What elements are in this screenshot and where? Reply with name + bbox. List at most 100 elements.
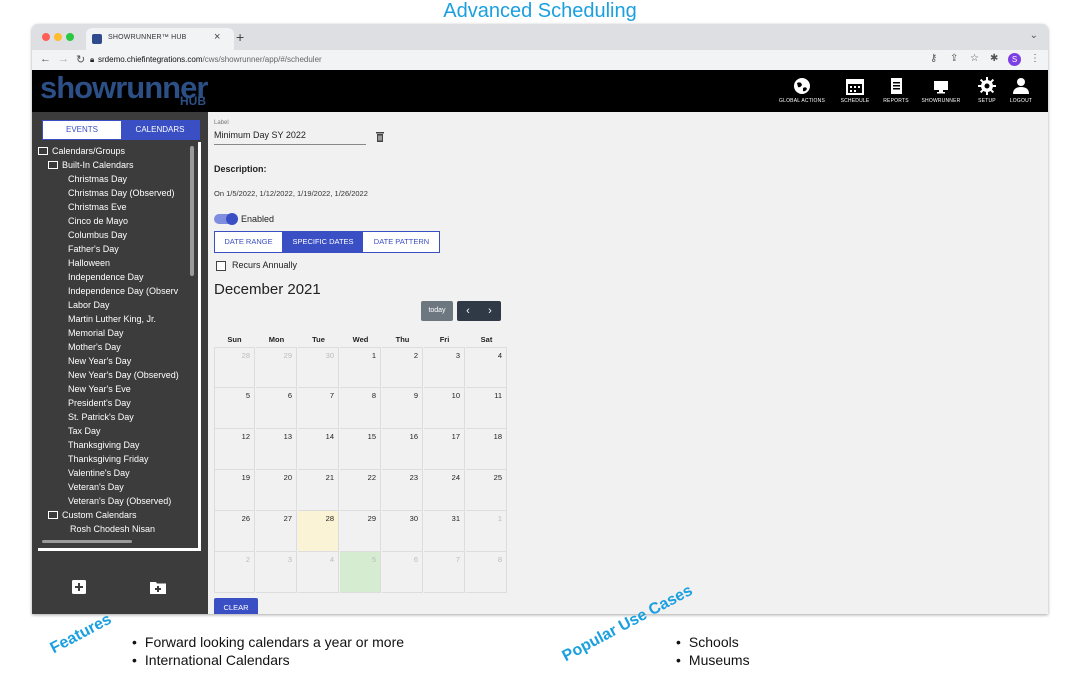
trash-icon[interactable]: [376, 132, 384, 142]
tree-item[interactable]: Martin Luther King, Jr.: [68, 312, 156, 326]
tree-item[interactable]: Independence Day: [68, 270, 144, 284]
tab-events[interactable]: EVENTS: [43, 121, 121, 139]
calendar-day-cell[interactable]: 2: [214, 552, 255, 593]
calendar-day-cell[interactable]: 17: [424, 429, 465, 470]
calendar-day-cell[interactable]: 5: [340, 552, 381, 593]
share-icon[interactable]: ⇪: [950, 53, 958, 64]
recurs-annually-checkbox[interactable]: [216, 261, 226, 271]
specific-dates-button[interactable]: SPECIFIC DATES: [283, 232, 363, 252]
calendar-day-cell[interactable]: 19: [214, 470, 255, 511]
calendar-day-cell[interactable]: 29: [340, 511, 381, 552]
today-button[interactable]: today: [421, 301, 453, 321]
calendar-day-cell[interactable]: 2: [382, 347, 423, 388]
tab-close-icon[interactable]: ×: [214, 31, 220, 43]
calendar-day-cell[interactable]: 6: [256, 388, 297, 429]
calendar-day-cell[interactable]: 16: [382, 429, 423, 470]
tree-folder[interactable]: Calendars/Groups: [38, 144, 125, 158]
calendar-day-cell[interactable]: 1: [340, 347, 381, 388]
tree-item[interactable]: Halloween: [68, 256, 110, 270]
calendar-day-cell[interactable]: 18: [466, 429, 507, 470]
minimize-window-dot[interactable]: [54, 33, 62, 41]
tree-folder[interactable]: Custom Calendars: [48, 508, 137, 522]
calendar-day-cell[interactable]: 1: [466, 511, 507, 552]
clear-button[interactable]: CLEAR: [214, 598, 258, 614]
date-range-button[interactable]: DATE RANGE: [215, 232, 283, 252]
close-window-dot[interactable]: [42, 33, 50, 41]
tree-item[interactable]: Independence Day (Observ: [68, 284, 178, 298]
calendar-day-cell[interactable]: 7: [298, 388, 339, 429]
nav-schedule[interactable]: SCHEDULE: [838, 76, 872, 104]
reload-icon[interactable]: ↻: [76, 53, 85, 66]
calendar-day-cell[interactable]: 14: [298, 429, 339, 470]
new-tab-button[interactable]: +: [236, 29, 244, 45]
calendar-day-cell[interactable]: 22: [340, 470, 381, 511]
calendar-day-cell[interactable]: 30: [382, 511, 423, 552]
calendar-day-cell[interactable]: 26: [214, 511, 255, 552]
more-menu-icon[interactable]: ⋮: [1030, 53, 1040, 64]
browser-tab[interactable]: SHOWRUNNER™ HUB ×: [86, 28, 234, 50]
next-month-button[interactable]: ›: [479, 301, 501, 321]
calendar-day-cell[interactable]: 28: [298, 511, 339, 552]
tree-item[interactable]: Christmas Day (Observed): [68, 186, 175, 200]
tree-item[interactable]: Rosh Chodesh Nisan: [70, 522, 155, 536]
tree-item[interactable]: New Year's Day (Observed): [68, 368, 179, 382]
tree-item[interactable]: Veteran's Day (Observed): [68, 494, 171, 508]
calendar-day-cell[interactable]: 13: [256, 429, 297, 470]
calendar-day-cell[interactable]: 8: [466, 552, 507, 593]
calendar-day-cell[interactable]: 12: [214, 429, 255, 470]
tree-item[interactable]: Memorial Day: [68, 326, 124, 340]
tree-item[interactable]: Father's Day: [68, 242, 119, 256]
url-field[interactable]: srdemo.chiefintegrations.com/cws/showrun…: [98, 55, 322, 64]
label-input[interactable]: Minimum Day SY 2022: [214, 130, 366, 145]
calendar-day-cell[interactable]: 23: [382, 470, 423, 511]
calendar-day-cell[interactable]: 25: [466, 470, 507, 511]
nav-logout[interactable]: LOGOUT: [1006, 76, 1036, 104]
calendar-day-cell[interactable]: 27: [256, 511, 297, 552]
nav-reports[interactable]: REPORTS: [878, 76, 914, 104]
enabled-toggle[interactable]: [214, 213, 238, 225]
calendar-day-cell[interactable]: 11: [466, 388, 507, 429]
tree-vertical-scrollbar[interactable]: [190, 146, 194, 276]
tab-calendars[interactable]: CALENDARS: [121, 121, 199, 139]
nav-setup[interactable]: SETUP: [972, 76, 1002, 104]
tree-item[interactable]: Thanksgiving Friday: [68, 452, 149, 466]
tree-item[interactable]: Mother's Day: [68, 340, 121, 354]
chevron-down-icon[interactable]: ⌄: [1030, 30, 1038, 41]
tree-item[interactable]: New Year's Day: [68, 354, 131, 368]
star-icon[interactable]: ☆: [970, 53, 979, 64]
calendar-day-cell[interactable]: 7: [424, 552, 465, 593]
calendar-day-cell[interactable]: 10: [424, 388, 465, 429]
tree-item[interactable]: Christmas Eve: [68, 200, 127, 214]
calendar-day-cell[interactable]: 8: [340, 388, 381, 429]
tree-item[interactable]: New Year's Eve: [68, 382, 131, 396]
nav-global-actions[interactable]: GLOBAL ACTIONS: [774, 76, 830, 104]
add-folder-button[interactable]: [150, 580, 166, 594]
tree-item[interactable]: Thanksgiving Day: [68, 438, 140, 452]
tree-item[interactable]: Veteran's Day: [68, 480, 124, 494]
calendar-day-cell[interactable]: 5: [214, 388, 255, 429]
nav-showrunner[interactable]: SHOWRUNNER: [918, 76, 964, 104]
key-icon[interactable]: ⚷: [930, 53, 937, 64]
back-icon[interactable]: ←: [40, 53, 51, 65]
tree-horizontal-scrollbar[interactable]: [42, 540, 132, 543]
calendar-day-cell[interactable]: 9: [382, 388, 423, 429]
tree-item[interactable]: President's Day: [68, 396, 131, 410]
tree-item[interactable]: Valentine's Day: [68, 466, 130, 480]
maximize-window-dot[interactable]: [66, 33, 74, 41]
tree-folder[interactable]: Built-In Calendars: [48, 158, 134, 172]
tree-item[interactable]: Labor Day: [68, 298, 110, 312]
profile-avatar[interactable]: S: [1008, 53, 1021, 66]
forward-icon[interactable]: →: [58, 53, 69, 65]
calendar-day-cell[interactable]: 29: [256, 347, 297, 388]
calendar-day-cell[interactable]: 24: [424, 470, 465, 511]
date-pattern-button[interactable]: DATE PATTERN: [364, 232, 439, 252]
calendar-day-cell[interactable]: 6: [382, 552, 423, 593]
calendar-day-cell[interactable]: 21: [298, 470, 339, 511]
prev-month-button[interactable]: ‹: [457, 301, 479, 321]
calendar-day-cell[interactable]: 4: [466, 347, 507, 388]
calendar-day-cell[interactable]: 30: [298, 347, 339, 388]
calendar-day-cell[interactable]: 3: [256, 552, 297, 593]
tree-item[interactable]: Christmas Day: [68, 172, 127, 186]
calendar-day-cell[interactable]: 31: [424, 511, 465, 552]
extensions-icon[interactable]: ✱: [990, 53, 998, 64]
